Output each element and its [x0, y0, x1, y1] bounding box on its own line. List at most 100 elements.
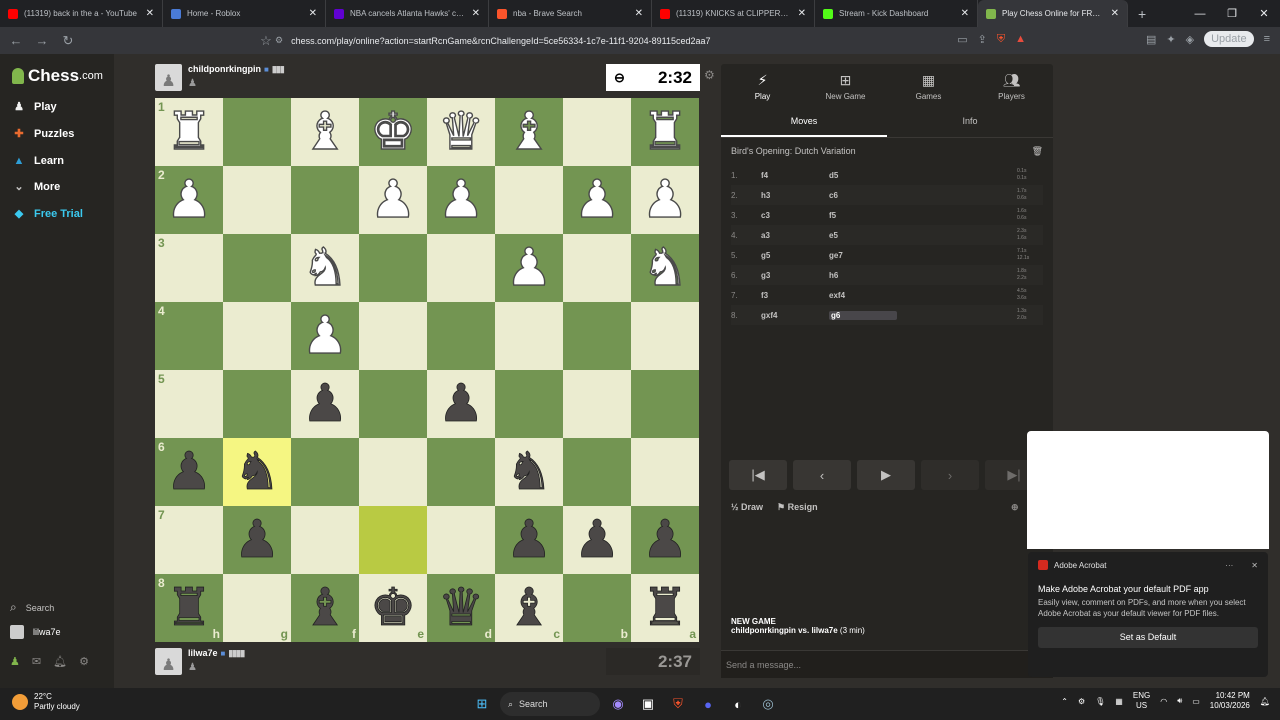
- wallet-icon[interactable]: ◈: [1186, 33, 1194, 46]
- white-move[interactable]: gxf4: [761, 311, 829, 320]
- black-move[interactable]: e5: [829, 231, 897, 240]
- square-g4[interactable]: [223, 302, 291, 370]
- square-d6[interactable]: [427, 438, 495, 506]
- square-f5[interactable]: ♟: [291, 370, 359, 438]
- system-clock[interactable]: 10:42 PM 10/03/2026: [1210, 691, 1250, 711]
- brave-icon[interactable]: ⛨: [666, 692, 690, 716]
- square-a3[interactable]: ♞: [631, 234, 699, 302]
- tab-players[interactable]: 👥︎ Players: [970, 64, 1053, 108]
- black-move[interactable]: ge7: [829, 251, 897, 260]
- speaker-icon[interactable]: 🔊︎: [1177, 696, 1182, 706]
- close-tab-icon[interactable]: ✕: [798, 8, 806, 19]
- resign-button[interactable]: ⚑ Resign: [777, 502, 818, 513]
- minimize-icon[interactable]: —: [1184, 8, 1216, 20]
- white-knight-icon[interactable]: ♞: [641, 241, 689, 294]
- white-pawn-icon[interactable]: ♟: [369, 173, 417, 226]
- square-d8[interactable]: d ♛: [427, 574, 495, 642]
- square-g6[interactable]: ♞: [223, 438, 291, 506]
- black-pawn-icon[interactable]: ♟: [301, 378, 348, 431]
- browser-tab[interactable]: (11319) back in the a - YouTube ✕: [0, 0, 163, 27]
- square-g1[interactable]: [223, 98, 291, 166]
- language-indicator[interactable]: ENG US: [1133, 691, 1150, 711]
- board-settings-icon[interactable]: ⚙: [704, 68, 715, 82]
- square-h3[interactable]: 3: [155, 234, 223, 302]
- notification-icon[interactable]: 🔔︎: [1260, 697, 1270, 706]
- square-a8[interactable]: a ♜: [631, 574, 699, 642]
- first-move-button[interactable]: |◀: [729, 460, 787, 490]
- square-a1[interactable]: ♜: [631, 98, 699, 166]
- reload-icon[interactable]: ↻: [58, 33, 78, 49]
- browser-tab[interactable]: NBA cancels Atlanta Hawks' controv ✕: [326, 0, 489, 27]
- black-pawn-icon[interactable]: ♟: [573, 514, 620, 567]
- square-d4[interactable]: [427, 302, 495, 370]
- square-h5[interactable]: 5: [155, 370, 223, 438]
- steam-icon[interactable]: ◎: [756, 692, 780, 716]
- tab-play[interactable]: ⚡︎ Play: [721, 64, 804, 108]
- leo-icon[interactable]: ✦: [1166, 33, 1175, 46]
- square-d3[interactable]: [427, 234, 495, 302]
- white-pawn-icon[interactable]: ♟: [641, 173, 689, 226]
- bottom-player-avatar[interactable]: ♟: [155, 648, 182, 675]
- square-b5[interactable]: [563, 370, 631, 438]
- close-tab-icon[interactable]: ✕: [309, 8, 317, 19]
- square-e8[interactable]: e ♚: [359, 574, 427, 642]
- square-g2[interactable]: [223, 166, 291, 234]
- square-d5[interactable]: ♟: [427, 370, 495, 438]
- black-pawn-icon[interactable]: ♟: [505, 514, 552, 567]
- white-pawn-icon[interactable]: ♟: [165, 173, 213, 226]
- chess-logo[interactable]: Chess .com: [12, 66, 103, 86]
- white-king-icon[interactable]: ♚: [369, 105, 417, 158]
- close-tab-icon[interactable]: ✕: [146, 8, 154, 19]
- square-e4[interactable]: [359, 302, 427, 370]
- square-h4[interactable]: 4: [155, 302, 223, 370]
- more-icon[interactable]: ···: [1225, 561, 1233, 570]
- black-bishop-icon[interactable]: ♝: [301, 582, 348, 635]
- white-move[interactable]: g5: [761, 251, 829, 260]
- black-pawn-icon[interactable]: ♟: [641, 514, 688, 567]
- black-move[interactable]: d5: [829, 171, 897, 180]
- black-rook-icon[interactable]: ♜: [641, 582, 688, 635]
- settings-icon[interactable]: ⚙: [79, 655, 89, 668]
- bell-icon[interactable]: 🔔︎: [53, 655, 67, 668]
- square-b1[interactable]: [563, 98, 631, 166]
- square-c5[interactable]: [495, 370, 563, 438]
- square-c8[interactable]: c ♝: [495, 574, 563, 642]
- close-tab-icon[interactable]: ✕: [635, 8, 643, 19]
- square-g3[interactable]: [223, 234, 291, 302]
- next-move-button[interactable]: ›: [921, 460, 979, 490]
- white-pawn-icon[interactable]: ♟: [573, 173, 621, 226]
- bookmark-icon[interactable]: ☆: [256, 33, 276, 49]
- square-f1[interactable]: ♝: [291, 98, 359, 166]
- discord-icon[interactable]: ●: [696, 692, 720, 716]
- top-player-avatar[interactable]: ♟: [155, 64, 182, 91]
- weather-widget[interactable]: 22°C Partly cloudy: [12, 692, 80, 712]
- task-view-icon[interactable]: ▣: [636, 692, 660, 716]
- square-d1[interactable]: ♛: [427, 98, 495, 166]
- square-d7[interactable]: [427, 506, 495, 574]
- white-move[interactable]: a3: [761, 231, 829, 240]
- square-f8[interactable]: f ♝: [291, 574, 359, 642]
- black-move[interactable]: c6: [829, 191, 897, 200]
- white-queen-icon[interactable]: ♛: [437, 105, 485, 158]
- black-king-icon[interactable]: ♚: [369, 582, 416, 635]
- white-rook-icon[interactable]: ♜: [165, 105, 213, 158]
- square-f2[interactable]: [291, 166, 359, 234]
- chat-input[interactable]: Send a message... ☺: [721, 650, 1053, 678]
- square-c1[interactable]: ♝: [495, 98, 563, 166]
- square-b4[interactable]: [563, 302, 631, 370]
- square-a6[interactable]: [631, 438, 699, 506]
- square-e6[interactable]: [359, 438, 427, 506]
- white-move[interactable]: c3: [761, 211, 829, 220]
- tab-new-game[interactable]: ⊞ New Game: [804, 64, 887, 108]
- trash-icon[interactable]: 🗑︎: [1032, 146, 1043, 157]
- menu-icon[interactable]: ≡: [1264, 33, 1270, 45]
- back-icon[interactable]: ←: [6, 33, 26, 48]
- maximize-icon[interactable]: ❐: [1216, 7, 1248, 20]
- white-pawn-icon[interactable]: ♟: [505, 241, 553, 294]
- square-d2[interactable]: ♟: [427, 166, 495, 234]
- sidebar-toggle-icon[interactable]: ▤: [1146, 33, 1156, 46]
- share-icon[interactable]: ⇪: [978, 33, 987, 46]
- sidebar-item-learn[interactable]: ▲ Learn: [12, 154, 64, 168]
- square-e1[interactable]: ♚: [359, 98, 427, 166]
- sidebar-item-play[interactable]: ♟ Play: [12, 100, 57, 114]
